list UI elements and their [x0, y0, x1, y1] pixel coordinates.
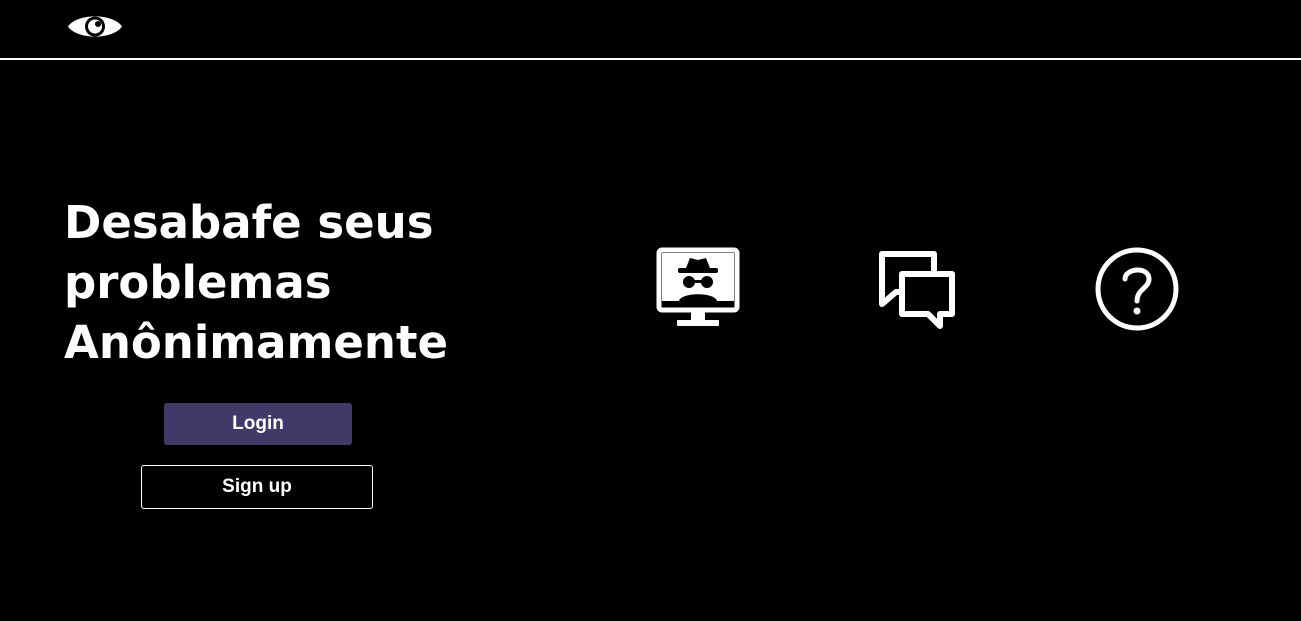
signup-button[interactable]: Sign up	[141, 465, 373, 509]
login-button[interactable]: Login	[164, 403, 352, 445]
top-bar	[0, 0, 1301, 60]
hero-headline: Desabafe seus problemas Anônimamente	[64, 193, 504, 373]
question-circle-icon	[1095, 247, 1179, 331]
eye-icon[interactable]	[67, 10, 123, 43]
chat-bubbles-icon	[879, 251, 955, 329]
incognito-monitor-icon	[656, 247, 740, 326]
headline-line: problemas	[64, 256, 332, 309]
landing-page: Desabafe seus problemas Anônimamente Log…	[0, 0, 1301, 621]
headline-line: Desabafe seus	[64, 196, 434, 249]
headline-line: Anônimamente	[64, 316, 448, 369]
